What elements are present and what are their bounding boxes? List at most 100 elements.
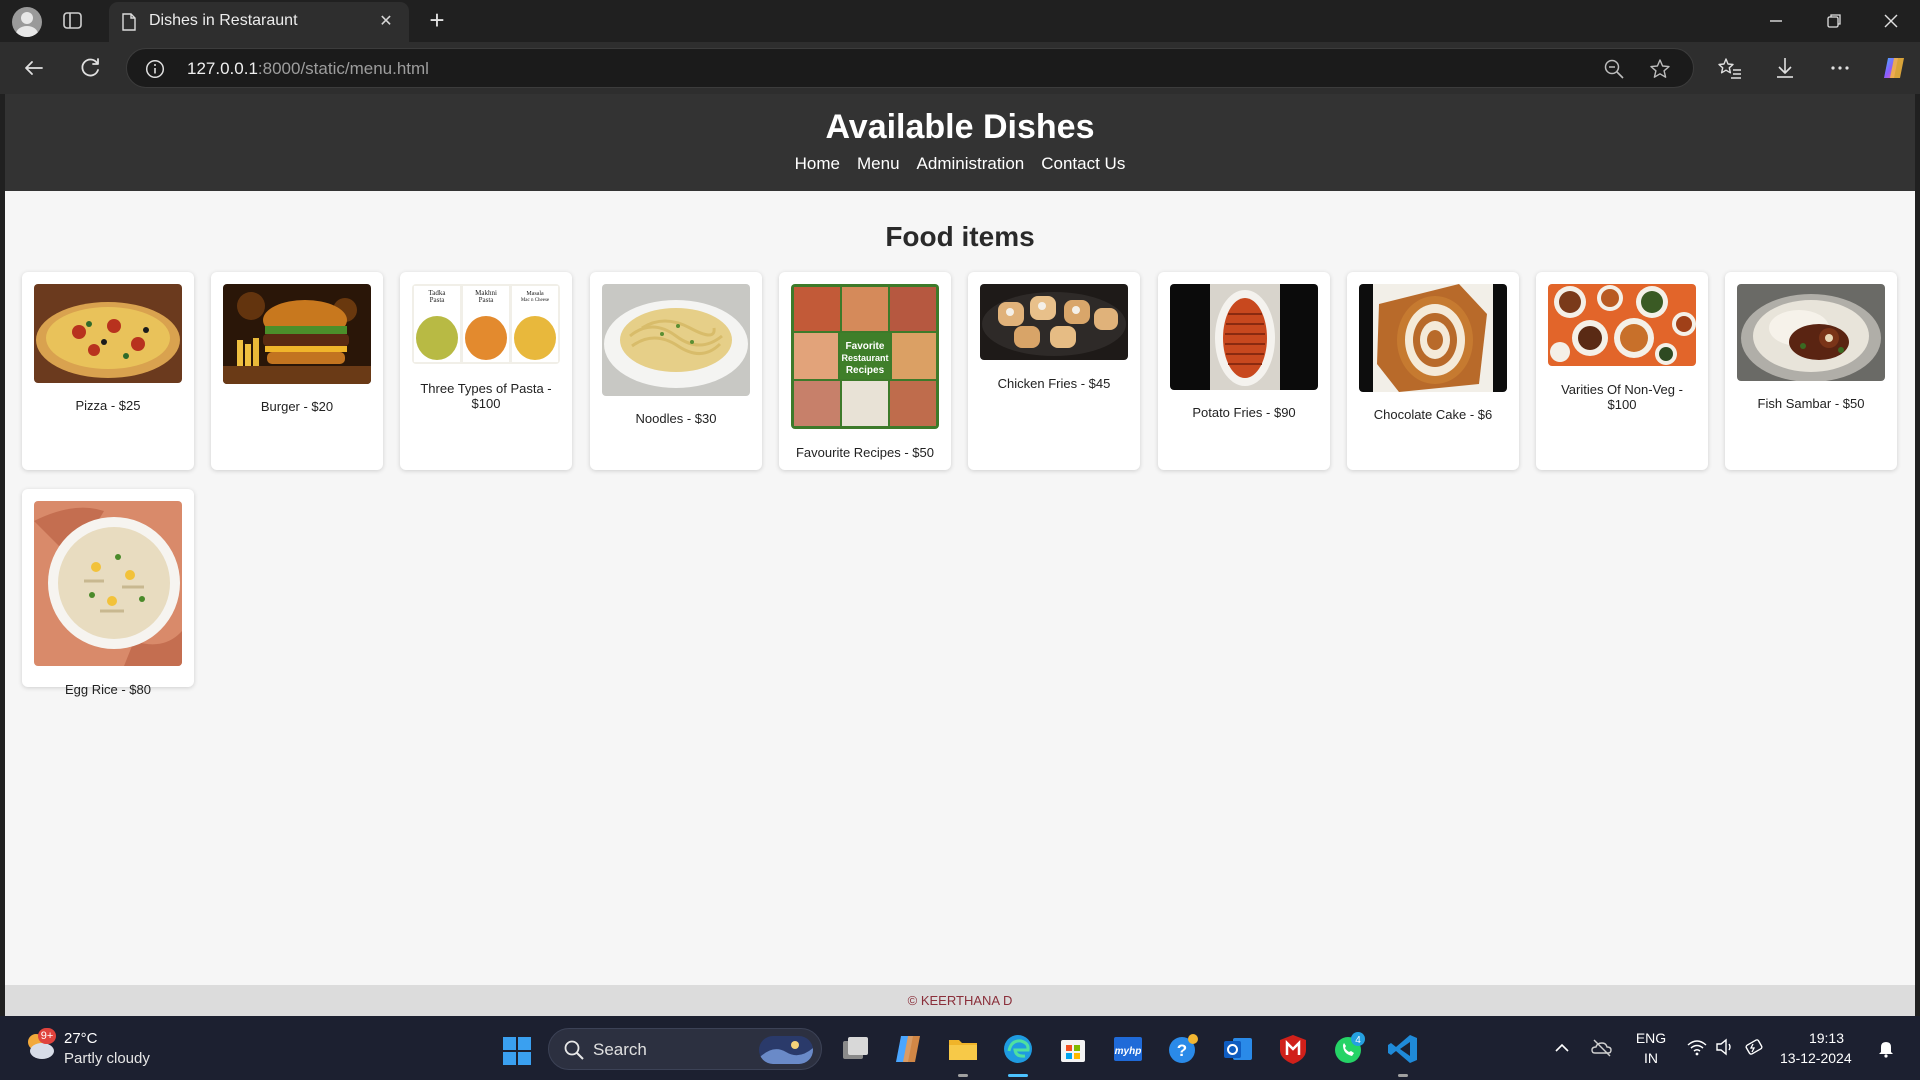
nav-link-contact-us[interactable]: Contact Us xyxy=(1041,154,1125,174)
dish-card-fish-sambar[interactable]: Fish Sambar - $50 xyxy=(1725,272,1897,470)
dish-card-noodles[interactable]: Noodles - $30 xyxy=(590,272,762,470)
dish-card-potato-fries[interactable]: Potato Fries - $90 xyxy=(1158,272,1330,470)
nav-link-administration[interactable]: Administration xyxy=(917,154,1025,174)
downloads-icon[interactable] xyxy=(1771,54,1799,82)
notification-bell-icon[interactable] xyxy=(1876,1038,1896,1058)
dish-card-favourite-recipes[interactable]: Favorite Restaurant Recipes Favourite Reci… xyxy=(779,272,951,470)
site-header: Available Dishes Home Menu Administratio… xyxy=(5,94,1915,191)
url-text[interactable]: 127.0.0.1:8000/static/menu.html xyxy=(187,59,429,79)
profile-avatar-icon[interactable] xyxy=(12,7,42,37)
get-help-icon[interactable]: ? xyxy=(1166,1032,1200,1066)
new-tab-icon[interactable]: + xyxy=(424,7,450,34)
battery-charging-icon[interactable] xyxy=(1744,1036,1766,1058)
dish-label: Potato Fries - $90 xyxy=(1192,405,1296,420)
tab-title: Dishes in Restaraunt xyxy=(149,12,298,29)
outlook-icon[interactable] xyxy=(1221,1032,1255,1066)
fish-sambar-image xyxy=(1737,284,1885,381)
egg-rice-image xyxy=(34,501,182,666)
reload-icon[interactable] xyxy=(76,54,104,82)
dish-label: Fish Sambar - $50 xyxy=(1757,396,1865,411)
vscode-icon[interactable] xyxy=(1386,1032,1420,1066)
dish-label: Favourite Recipes - $50 xyxy=(795,445,934,460)
show-hidden-icons-chevron-icon[interactable] xyxy=(1552,1038,1572,1058)
svg-text:Recipes: Recipes xyxy=(846,365,885,376)
dish-label: Chicken Fries - $45 xyxy=(997,376,1111,391)
weather-temperature[interactable]: 27°C xyxy=(64,1030,98,1047)
svg-text:Masala: Masala xyxy=(526,291,544,297)
weather-description[interactable]: Partly cloudy xyxy=(64,1050,150,1067)
clock-date[interactable]: 13-12-2024 xyxy=(1780,1050,1870,1066)
copilot-app-icon[interactable] xyxy=(891,1032,925,1066)
windows-taskbar: 9+ 27°C Partly cloudy Search myhp ? 4 EN… xyxy=(0,1016,1920,1080)
dish-label: Egg Rice - $80 xyxy=(65,682,151,697)
active-tab[interactable]: Dishes in Restaraunt ✕ xyxy=(109,2,409,42)
page-document-icon xyxy=(121,13,137,31)
search-icon xyxy=(563,1039,585,1061)
noodles-image xyxy=(602,284,750,396)
svg-text:Pasta: Pasta xyxy=(479,296,495,304)
dish-card-three-types-of-pasta[interactable]: Tadka Pasta Makhni Pasta Masala Mac n Cheese … xyxy=(400,272,572,470)
onedrive-offline-icon[interactable] xyxy=(1590,1036,1614,1060)
restore-window-icon[interactable] xyxy=(1822,10,1846,32)
dish-label: Burger - $20 xyxy=(260,399,334,414)
pizza-image xyxy=(34,284,182,383)
address-bar[interactable]: 127.0.0.1:8000/static/menu.html xyxy=(126,48,1694,88)
microsoft-store-icon[interactable] xyxy=(1056,1032,1090,1066)
taskbar-search-box[interactable]: Search xyxy=(548,1028,822,1070)
url-path: :8000/static/menu.html xyxy=(257,59,429,78)
search-label: Search xyxy=(593,1040,647,1059)
burger-image xyxy=(223,284,371,384)
tab-actions-icon[interactable] xyxy=(62,11,84,31)
dish-card-chocolate-cake[interactable]: Chocolate Cake - $6 xyxy=(1347,272,1519,470)
svg-text:Favorite: Favorite xyxy=(846,341,885,352)
nav-link-home[interactable]: Home xyxy=(795,154,840,174)
more-options-icon[interactable] xyxy=(1826,54,1854,82)
svg-text:?: ? xyxy=(1177,1041,1187,1060)
input-language[interactable]: ENG xyxy=(1634,1030,1668,1046)
dish-label: Varities Of Non-Veg - $100 xyxy=(1561,382,1683,412)
dish-card-egg-rice[interactable]: Egg Rice - $80 xyxy=(22,489,194,697)
browser-toolbar: 127.0.0.1:8000/static/menu.html xyxy=(0,42,1920,94)
windows-start-icon[interactable] xyxy=(502,1036,532,1066)
dish-card-chicken-fries[interactable]: Chicken Fries - $45 xyxy=(968,272,1140,470)
svg-text:Mac n Cheese: Mac n Cheese xyxy=(521,298,550,303)
minimize-window-icon[interactable] xyxy=(1764,10,1788,32)
app-running-indicator xyxy=(958,1074,968,1077)
wifi-icon[interactable] xyxy=(1686,1036,1708,1058)
close-window-icon[interactable] xyxy=(1879,10,1903,32)
svg-text:Pasta: Pasta xyxy=(430,296,446,304)
task-view-icon[interactable] xyxy=(838,1032,872,1066)
dish-card-burger[interactable]: Burger - $20 xyxy=(211,272,383,470)
back-arrow-icon[interactable] xyxy=(20,54,48,82)
close-tab-icon[interactable]: ✕ xyxy=(375,11,397,33)
input-region[interactable]: IN xyxy=(1634,1050,1668,1066)
volume-icon[interactable] xyxy=(1714,1036,1736,1058)
file-explorer-icon[interactable] xyxy=(946,1032,980,1066)
app-running-indicator xyxy=(1398,1074,1408,1077)
site-footer: © KEERTHANA D xyxy=(5,985,1915,1016)
dish-card-varities-of-non-veg[interactable]: Varities Of Non-Veg - $100 xyxy=(1536,272,1708,470)
edge-browser-icon[interactable] xyxy=(1001,1032,1035,1066)
site-info-icon[interactable] xyxy=(145,59,165,79)
nav-link-menu[interactable]: Menu xyxy=(857,154,900,174)
potato-fries-image xyxy=(1170,284,1318,390)
dish-label: Chocolate Cake - $6 xyxy=(1373,407,1493,422)
dish-card-pizza[interactable]: Pizza - $25 xyxy=(22,272,194,470)
whatsapp-badge: 4 xyxy=(1355,1035,1361,1046)
chocolate-cake-image xyxy=(1359,284,1507,392)
non-veg-spread-image xyxy=(1548,284,1696,366)
favorite-star-icon[interactable] xyxy=(1649,58,1671,80)
myhp-icon[interactable]: myhp xyxy=(1111,1032,1145,1066)
clock-time[interactable]: 19:13 xyxy=(1784,1030,1844,1046)
copilot-icon[interactable] xyxy=(1880,54,1908,82)
svg-text:myhp: myhp xyxy=(1115,1046,1142,1057)
mcafee-icon[interactable] xyxy=(1276,1032,1310,1066)
main-nav: Home Menu Administration Contact Us xyxy=(5,154,1915,174)
zoom-out-icon[interactable] xyxy=(1603,58,1625,80)
page-title: Available Dishes xyxy=(825,108,1095,146)
url-host: 127.0.0.1 xyxy=(187,59,258,78)
browser-tab-bar: Dishes in Restaraunt ✕ + xyxy=(0,0,1920,42)
page-viewport: Available Dishes Home Menu Administratio… xyxy=(5,94,1915,1016)
whatsapp-icon[interactable]: 4 xyxy=(1331,1032,1365,1066)
favorites-list-icon[interactable] xyxy=(1716,54,1744,82)
